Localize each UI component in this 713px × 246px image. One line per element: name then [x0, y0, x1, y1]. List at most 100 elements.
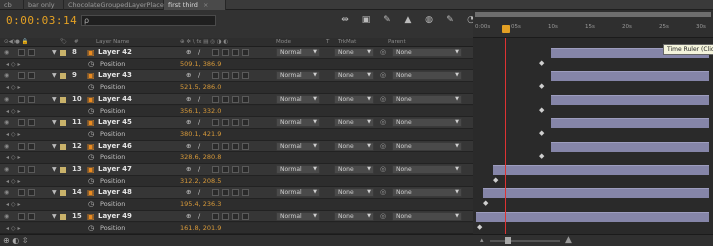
parent-dropdown[interactable]: None ▼ [392, 141, 462, 151]
keyframe-nav-icon[interactable]: ◂ ◇ ▸ [6, 223, 20, 234]
layer-name[interactable]: Layer 48 [98, 187, 132, 198]
solo-box[interactable] [18, 189, 25, 197]
mode-dropdown[interactable]: Normal ▼ [276, 71, 320, 81]
zoom-slider-handle[interactable] [505, 237, 511, 244]
adjustment-switch[interactable] [242, 189, 249, 197]
property-value[interactable]: 509.1, 386.9 [180, 59, 221, 70]
switches-header[interactable]: ⊕ ✲ \ fx ▤ ◎ ◑ ◐ [180, 38, 228, 47]
tab-chocolate-grouped[interactable]: ChocolateGroupedLayerPlace [64, 0, 164, 10]
layer-row[interactable]: ◉ ▼ 8 ▣ Layer 42 ⊕ / Normal ▼ None ▼ ◎ Non… [0, 47, 473, 59]
label-color-swatch[interactable] [60, 96, 66, 103]
frame-blend-switch[interactable] [222, 142, 229, 150]
keyframe-icon[interactable]: ◆ [539, 106, 544, 114]
chevron-down-icon[interactable]: ▼ [52, 117, 57, 128]
pickwhip-icon[interactable]: ◎ [380, 94, 386, 105]
chevron-down-icon[interactable]: ▼ [52, 211, 57, 222]
solo-box[interactable] [18, 95, 25, 103]
chevron-down-icon[interactable]: ▼ [52, 187, 57, 198]
layer-row[interactable]: ◉ ▼ 13 ▣ Layer 47 ⊕ / Normal ▼ None ▼ ◎ No… [0, 164, 473, 176]
solo-box[interactable] [18, 142, 25, 150]
fx-switch[interactable] [212, 95, 219, 103]
parent-dropdown[interactable]: None ▼ [392, 118, 462, 128]
trkmat-dropdown[interactable]: None ▼ [334, 165, 374, 174]
pickwhip-icon[interactable]: ◎ [380, 117, 386, 128]
chevron-down-icon[interactable]: ▼ [52, 47, 57, 58]
solo-box[interactable] [18, 72, 25, 80]
trkmat-dropdown[interactable]: None ▼ [334, 141, 374, 151]
parent-dropdown[interactable]: None ▼ [392, 165, 462, 174]
chevron-down-icon[interactable]: ▼ [52, 94, 57, 105]
video-eye-icon[interactable]: ◉ [4, 141, 9, 152]
chevron-down-icon[interactable]: ▼ [52, 70, 57, 81]
stopwatch-icon[interactable]: ◷ [88, 152, 94, 163]
parent-dropdown[interactable]: None ▼ [392, 211, 462, 221]
mode-dropdown[interactable]: Normal ▼ [276, 165, 320, 174]
motion-blur-icon[interactable]: ◍ [422, 14, 436, 26]
adjustment-switch[interactable] [242, 95, 249, 103]
layer-name[interactable]: Layer 42 [98, 47, 132, 58]
layer-name[interactable]: Layer 47 [98, 164, 132, 175]
layer-name[interactable]: Layer 46 [98, 141, 132, 152]
motion-blur-switch[interactable] [232, 95, 239, 103]
lock-box[interactable] [28, 72, 35, 80]
parent-dropdown[interactable]: None ▼ [392, 188, 462, 198]
video-eye-icon[interactable]: ◉ [4, 187, 9, 198]
adjustment-switch[interactable] [242, 49, 249, 56]
trkmat-header[interactable]: TrkMat [338, 38, 356, 47]
shy-switch[interactable]: ⊕ [186, 211, 191, 222]
stopwatch-icon[interactable]: ◷ [88, 106, 94, 117]
property-value[interactable]: 161.8, 201.9 [180, 223, 221, 234]
layer-row[interactable]: ◉ ▼ 12 ▣ Layer 46 ⊕ / Normal ▼ None ▼ ◎ No… [0, 140, 473, 153]
label-color-swatch[interactable] [60, 167, 66, 173]
shy-switch[interactable]: ⊕ [186, 164, 191, 175]
quality-switch[interactable]: / [198, 164, 200, 175]
solo-box[interactable] [18, 119, 25, 127]
layer-row[interactable]: ◉ ▼ 11 ▣ Layer 45 ⊕ / Normal ▼ None ▼ ◎ No… [0, 117, 473, 129]
fx-switch[interactable] [212, 212, 219, 220]
layer-duration-bar[interactable] [551, 118, 709, 129]
current-time-display[interactable]: 0:00:03:14 [6, 14, 77, 27]
mode-dropdown[interactable]: Normal ▼ [276, 188, 320, 198]
playhead-handle[interactable] [502, 25, 510, 33]
quality-switch[interactable]: / [198, 211, 200, 222]
solo-box[interactable] [18, 212, 25, 220]
stopwatch-icon[interactable]: ◷ [88, 82, 94, 93]
shy-switch[interactable]: ⊕ [186, 187, 191, 198]
keyframe-icon[interactable]: ◆ [477, 223, 482, 231]
solo-box[interactable] [18, 166, 25, 173]
shy-switch[interactable]: ⊕ [186, 141, 191, 152]
search-input[interactable]: ρ [81, 15, 216, 26]
keyframe-icon[interactable]: ◆ [483, 199, 488, 207]
frame-blend-switch[interactable] [222, 212, 229, 220]
quality-switch[interactable]: / [198, 117, 200, 128]
keyframe-icon[interactable]: ◆ [493, 176, 498, 184]
frame-blend-switch[interactable] [222, 72, 229, 80]
fx-switch[interactable] [212, 142, 219, 150]
stopwatch-icon[interactable]: ◷ [88, 129, 94, 140]
label-color-swatch[interactable] [60, 73, 66, 80]
fx-switch[interactable] [212, 166, 219, 173]
quality-switch[interactable]: / [198, 187, 200, 198]
adjustment-switch[interactable] [242, 142, 249, 150]
keyframe-nav-icon[interactable]: ◂ ◇ ▸ [6, 82, 20, 93]
motion-blur-switch[interactable] [232, 49, 239, 56]
tab-first-third[interactable]: first third × [164, 0, 226, 10]
mode-dropdown[interactable]: Normal ▼ [276, 141, 320, 151]
shy-switch[interactable]: ⊕ [186, 70, 191, 81]
trkmat-dropdown[interactable]: None ▼ [334, 118, 374, 128]
zoom-slider[interactable] [490, 240, 560, 242]
pickwhip-icon[interactable]: ◎ [380, 164, 386, 175]
frame-blend-switch[interactable] [222, 49, 229, 56]
shy-switch[interactable]: ⊕ [186, 47, 191, 58]
keyframe-nav-icon[interactable]: ◂ ◇ ▸ [6, 199, 20, 210]
property-value[interactable]: 356.1, 332.0 [180, 106, 221, 117]
lock-box[interactable] [28, 142, 35, 150]
label-color-swatch[interactable] [60, 213, 66, 220]
property-value[interactable]: 380.1, 421.9 [180, 129, 221, 140]
pickwhip-icon[interactable]: ◎ [380, 141, 386, 152]
comp-flowchart-icon[interactable]: ⇹ [338, 14, 352, 26]
property-row[interactable]: ◂ ◇ ▸ ◷ Position 312.2, 208.5 [0, 175, 473, 188]
parent-dropdown[interactable]: None ▼ [392, 71, 462, 81]
label-color-swatch[interactable] [60, 120, 66, 127]
layer-row[interactable]: ◉ ▼ 9 ▣ Layer 43 ⊕ / Normal ▼ None ▼ ◎ Non… [0, 70, 473, 83]
